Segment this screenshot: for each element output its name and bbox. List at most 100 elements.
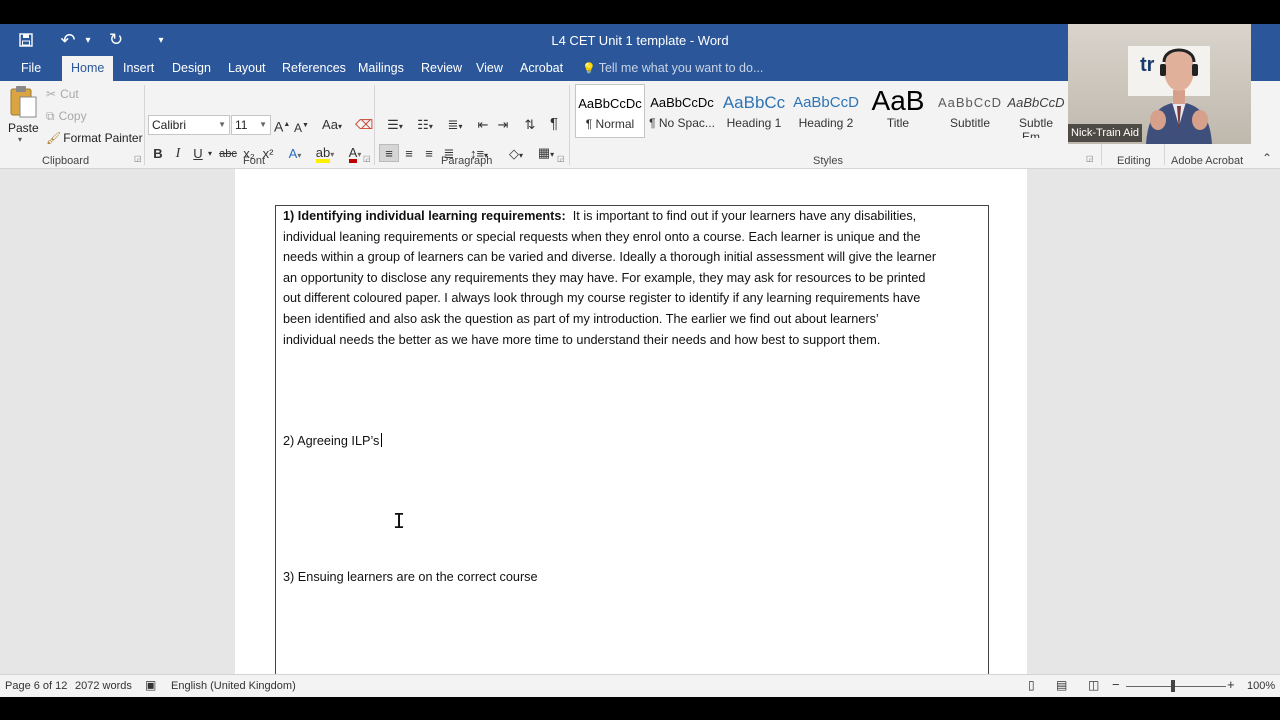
style-name: Title [886,116,910,130]
separator [569,85,570,165]
zoom-slider-thumb[interactable] [1171,680,1175,692]
highlight-color-icon[interactable]: ab▾ [312,144,338,163]
show-marks-icon[interactable]: ¶ [546,115,562,133]
tell-me-box[interactable]: 💡 Tell me what you want to do... [582,56,763,81]
style-heading-2[interactable]: AaBbCcD Heading 2 [791,84,861,138]
paragraph-1-line: been identified and also ask the questio… [283,311,879,326]
paragraph-1-line: out different coloured paper. I always l… [283,291,921,306]
font-launcher-icon[interactable]: ◲ [363,154,371,163]
borders-icon[interactable]: ▦▾ [532,144,560,162]
answer-box[interactable]: 1) Identifying individual learning requi… [275,205,989,674]
style-sample: AaBbCcD [937,95,1003,110]
tab-review[interactable]: Review [412,56,471,81]
separator [374,85,375,165]
style-subtle-emphasis[interactable]: AaBbCcD Subtle Em... [1004,84,1068,138]
clear-formatting-icon[interactable]: ⌫ [355,116,373,134]
bullets-icon[interactable]: ☰▾ [380,116,410,134]
zoom-out-icon[interactable]: − [1112,677,1120,692]
paragraph-1[interactable]: 1) Identifying individual learning requi… [283,206,979,350]
shrink-font-icon[interactable]: A▼ [294,117,309,135]
numbering-icon[interactable]: ☷▾ [410,116,440,134]
collapse-ribbon-icon[interactable]: ⌃ [1262,151,1272,165]
zoom-level[interactable]: 100% [1247,680,1275,692]
style-title[interactable]: AaB Title [863,84,933,138]
style-name: Heading 1 [726,116,782,130]
tab-file[interactable]: File [12,56,50,81]
tab-acrobat[interactable]: Acrobat [511,56,572,81]
presenter-image [1146,48,1212,144]
chevron-down-icon: ▼ [218,120,226,129]
bold-button[interactable]: B [151,145,165,163]
zoom-in-icon[interactable]: + [1227,677,1235,692]
lightbulb-icon: 💡 [582,63,596,75]
font-family-combo[interactable]: Calibri ▼ [148,115,230,135]
cut-button[interactable]: ✂ Cut [46,87,79,101]
shading-icon[interactable]: ◇▾ [502,145,530,163]
style-normal[interactable]: AaBbCcDc ¶ Normal [575,84,645,138]
style-name: Subtitle [949,116,991,130]
page-count[interactable]: Page 6 of 12 [5,680,67,692]
style-heading-1[interactable]: AaBbCc Heading 1 [719,84,789,138]
style-no-spacing[interactable]: AaBbCcDc ¶ No Spac... [647,84,717,138]
style-sample: AaBbCc [722,93,786,112]
tab-insert[interactable]: Insert [114,56,163,81]
align-right-icon[interactable]: ≡ [420,145,438,163]
proofing-icon[interactable]: ▣ [145,678,156,692]
clipboard-launcher-icon[interactable]: ◲ [134,154,142,163]
acrobat-group-label[interactable]: Adobe Acrobat [1171,155,1243,167]
decrease-indent-icon[interactable]: ⇤ [474,116,492,134]
align-center-icon[interactable]: ≡ [400,145,418,163]
copy-button[interactable]: ⧉ Copy [46,109,87,124]
document-page[interactable]: 1) Identifying individual learning requi… [235,169,1027,674]
style-sample: AaBbCcDc [578,96,642,111]
editing-group-label[interactable]: Editing [1117,155,1151,167]
increase-indent-icon[interactable]: ⇥ [494,116,512,134]
paragraph-1-line: an opportunity to disclose any requireme… [283,270,926,285]
underline-dropdown-icon[interactable]: ▾ [205,145,215,163]
tab-layout[interactable]: Layout [219,56,275,81]
paragraph-3[interactable]: 3) Ensuing learners are on the correct c… [283,567,979,588]
paragraph-launcher-icon[interactable]: ◲ [557,154,565,163]
font-size-combo[interactable]: 11 ▼ [231,115,271,135]
paragraph-1-line: individual needs the better as we have m… [283,332,881,347]
style-name: Heading 2 [798,116,854,130]
zoom-slider[interactable] [1126,686,1226,687]
paragraph-1-heading: 1) Identifying individual learning requi… [283,209,566,223]
separator [144,85,145,165]
align-left-icon[interactable]: ≡ [379,144,399,162]
grow-font-icon[interactable]: A▲ [274,116,290,135]
format-painter-label: Format Painter [63,131,143,145]
multilevel-list-icon[interactable]: ≣▾ [441,116,469,134]
tab-mailings[interactable]: Mailings [349,56,413,81]
paragraph-2[interactable]: 2) Agreeing ILP’s [283,431,979,452]
tab-design[interactable]: Design [163,56,220,81]
scissors-icon: ✂ [46,87,57,101]
tab-view[interactable]: View [467,56,512,81]
style-subtitle[interactable]: AaBbCcD Subtitle [935,84,1005,138]
sort-icon[interactable]: ⇅ [520,116,540,134]
web-layout-icon[interactable]: ◫ [1088,678,1099,692]
paragraph-1-line: needs within a group of learners can be … [283,250,937,265]
tab-references[interactable]: References [273,56,355,81]
tab-home[interactable]: Home [62,56,114,81]
status-bar: Page 6 of 12 2072 words ▣ English (Unite… [0,674,1280,697]
language[interactable]: English (United Kingdom) [171,680,296,692]
print-layout-icon[interactable]: ▤ [1056,678,1067,692]
italic-button[interactable]: I [172,145,184,163]
style-name: ¶ No Spac... [649,116,715,130]
font-group-label: Font [243,155,266,167]
paste-dropdown-icon[interactable]: ▾ [18,135,22,144]
format-painter-button[interactable]: 🖌 Format Painter [46,131,143,145]
word-count[interactable]: 2072 words [75,680,132,692]
paste-button[interactable]: Paste ▾ [6,85,39,147]
read-mode-icon[interactable]: ▯ [1028,678,1035,692]
styles-launcher-icon[interactable]: ◲ [1086,154,1094,163]
strikethrough-button[interactable]: abc [218,145,238,163]
document-area[interactable]: 1) Identifying individual learning requi… [0,169,1280,674]
presenter-name: Nick-Train Aid [1068,124,1143,142]
change-case-icon[interactable]: Aa▾ [319,116,345,134]
text-effects-icon[interactable]: A▾ [284,145,306,163]
underline-button[interactable]: U [191,145,205,163]
chevron-down-icon: ▼ [259,120,267,129]
paste-label: Paste [8,121,39,135]
